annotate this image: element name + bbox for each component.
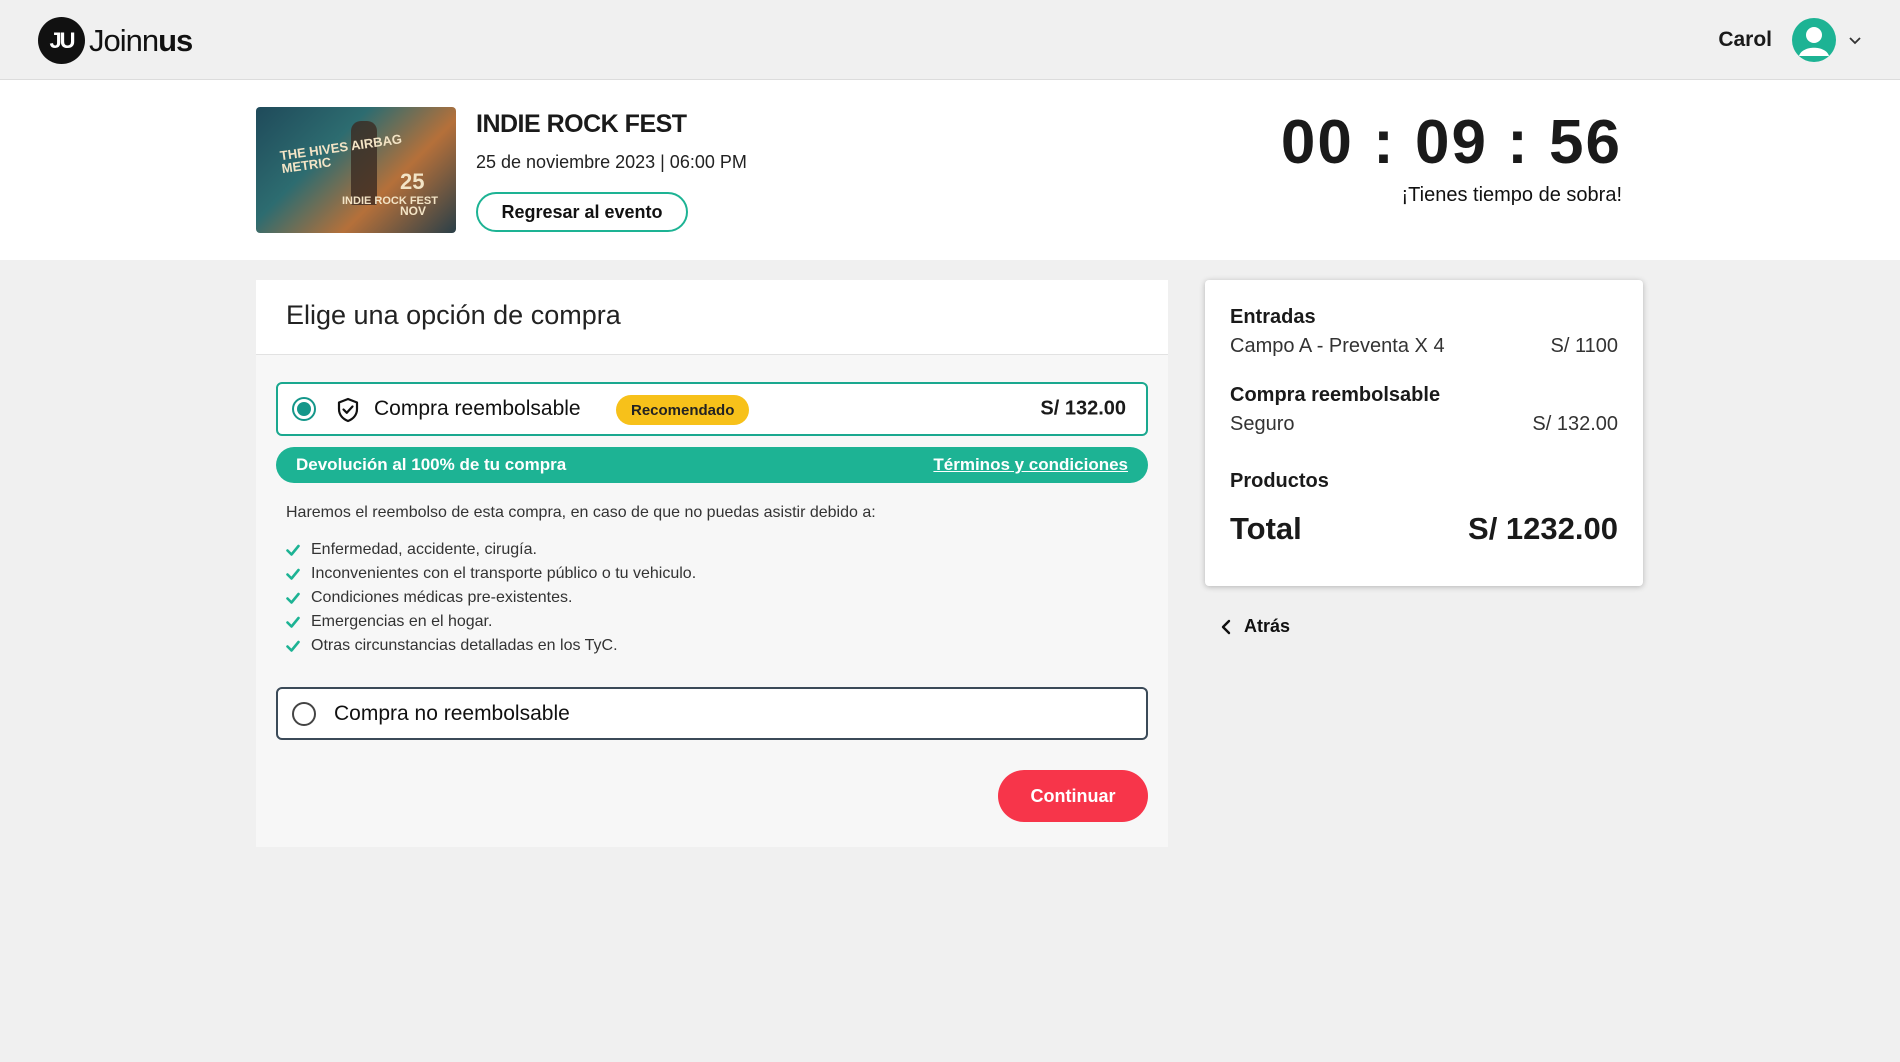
non-refundable-radio[interactable] [292, 701, 316, 726]
refundable-label: Compra reembolsable [374, 397, 581, 420]
user-name: Carol [1718, 28, 1772, 51]
total-label: Total [1230, 511, 1302, 546]
poster-subtitle: INDIE ROCK FEST [342, 195, 438, 207]
refund-description: Haremos el reembolso de esta compra, en … [286, 504, 876, 521]
non-refundable-option[interactable]: Compra no reembolsable [276, 687, 1148, 740]
back-link-label: Atrás [1244, 616, 1291, 636]
reason-text: Enfermedad, accidente, cirugía. [311, 541, 537, 558]
recommended-badge: Recomendado [616, 395, 750, 425]
timer-digits: 00 : 09 : 56 [1280, 108, 1622, 177]
countdown-timer: 00 : 09 : 56 ¡Tienes tiempo de sobra! [1281, 112, 1622, 207]
reason-text: Condiciones médicas pre-existentes. [311, 589, 573, 606]
refundable-option[interactable]: Compra reembolsable Recomendado S/ 132.0… [276, 382, 1148, 436]
summary-refund: Compra reembolsable Seguro S/ 132.00 [1230, 384, 1618, 436]
total-row: Total S/ 1232.00 [1230, 511, 1618, 547]
back-link[interactable]: Atrás [1220, 616, 1290, 637]
card-header: Elige una opción de compra [256, 280, 1168, 355]
total-value: S/ 1232.00 [1468, 511, 1618, 546]
user-avatar-icon[interactable] [1792, 18, 1836, 62]
joinnus-logo[interactable]: JU Joinnus [38, 17, 193, 64]
card-title: Elige una opción de compra [286, 300, 621, 330]
refundable-radio[interactable] [292, 397, 316, 421]
check-icon [286, 592, 300, 604]
logo-text-bold: us [158, 22, 193, 58]
tickets-heading: Entradas [1230, 306, 1316, 328]
products-heading: Productos [1230, 470, 1329, 492]
reason-text: Emergencias en el hogar. [311, 613, 493, 630]
event-title: INDIE ROCK FEST [476, 110, 687, 138]
reason-text: Otras circunstancias detalladas en los T… [311, 637, 618, 654]
order-summary: Entradas Campo A - Preventa X 4 S/ 1100 … [1205, 280, 1643, 586]
chevron-left-icon [1221, 619, 1231, 634]
refund-banner-text: Devolución al 100% de tu compra [296, 455, 567, 474]
check-icon [286, 616, 300, 628]
list-item: Condiciones médicas pre-existentes. [286, 586, 696, 610]
summary-tickets: Entradas Campo A - Preventa X 4 S/ 1100 [1230, 306, 1618, 358]
list-item: Enfermedad, accidente, cirugía. [286, 538, 696, 562]
logo-mark: JU [38, 17, 85, 64]
terms-link[interactable]: Términos y condiciones [933, 455, 1128, 475]
refund-heading: Compra reembolsable [1230, 384, 1441, 406]
insurance-row: Seguro S/ 132.00 [1230, 413, 1618, 436]
purchase-options-card: Elige una opción de compra Compra reembo… [256, 280, 1168, 847]
refund-banner: Devolución al 100% de tu compra Términos… [276, 447, 1148, 483]
list-item: Inconvenientes con el transporte público… [286, 562, 696, 586]
back-to-event-button[interactable]: Regresar al evento [476, 192, 688, 232]
check-icon [286, 640, 300, 652]
logo-text-light: Joinn [89, 22, 159, 58]
logo-text: Joinnus [89, 22, 193, 59]
event-poster: THE HIVES AIRBAG METRIC 25 NOV INDIE ROCK… [256, 107, 456, 233]
event-header: THE HIVES AIRBAG METRIC 25 NOV INDIE ROCK… [0, 80, 1900, 260]
ticket-price: S/ 1100 [1550, 335, 1618, 357]
list-item: Otras circunstancias detalladas en los T… [286, 634, 696, 658]
shield-check-icon [337, 397, 359, 423]
reason-text: Inconvenientes con el transporte público… [311, 565, 697, 582]
ticket-line: Campo A - Preventa X 4 [1230, 335, 1445, 357]
timer-message: ¡Tienes tiempo de sobra! [1401, 184, 1622, 206]
event-date: 25 de noviembre 2023 | 06:00 PM [476, 152, 747, 172]
list-item: Emergencias en el hogar. [286, 610, 696, 634]
check-icon [286, 568, 300, 580]
non-refundable-label: Compra no reembolsable [334, 701, 570, 725]
top-bar: JU Joinnus Carol [0, 0, 1900, 80]
continue-button[interactable]: Continuar [998, 770, 1148, 822]
ticket-row: Campo A - Preventa X 4 S/ 1100 [1230, 335, 1618, 358]
check-icon [286, 544, 300, 556]
insurance-line: Seguro [1230, 413, 1295, 435]
insurance-price: S/ 132.00 [1532, 413, 1618, 435]
chevron-down-icon[interactable] [1848, 33, 1862, 47]
refund-reasons-list: Enfermedad, accidente, cirugía. Inconven… [286, 538, 696, 658]
refundable-price: S/ 132.00 [1040, 397, 1126, 420]
poster-day-number: 25 [399, 169, 425, 194]
user-menu[interactable]: Carol [1718, 18, 1862, 62]
